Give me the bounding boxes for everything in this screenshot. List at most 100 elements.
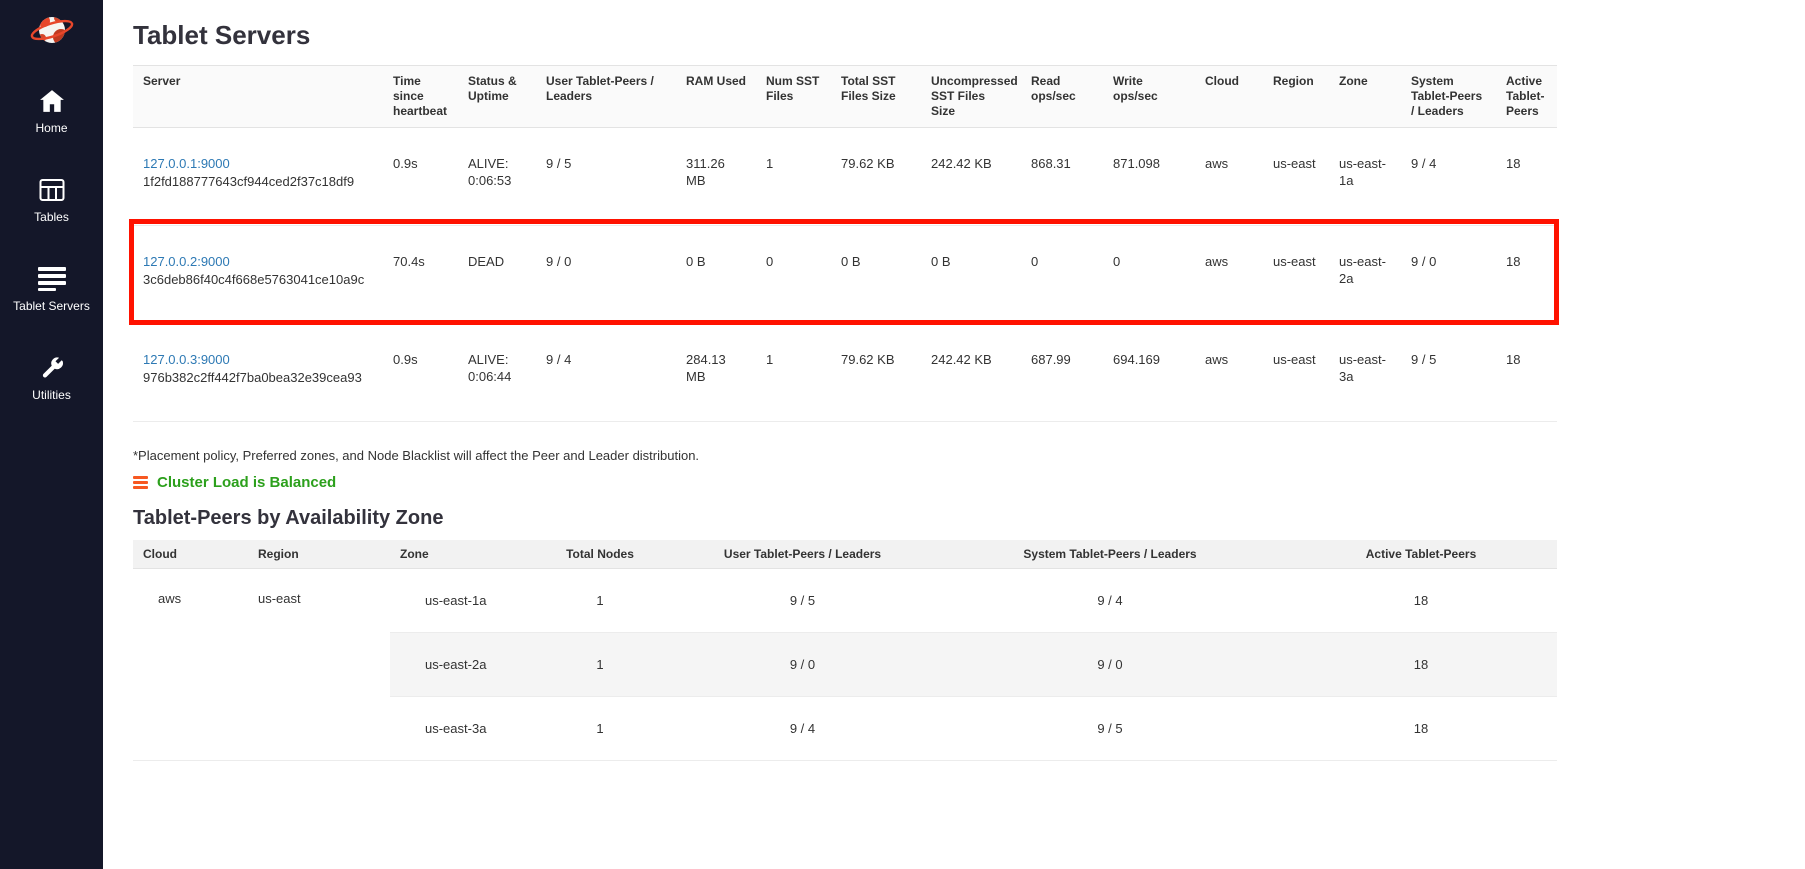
server-uuid: 3c6deb86f40c4f668e5763041ce10a9c — [143, 271, 373, 288]
user-peers-cell: 9 / 5 — [670, 569, 935, 633]
sidebar: Home Tables — [0, 0, 103, 869]
server-link[interactable]: 127.0.0.2:9000 — [143, 254, 230, 269]
server-uuid: 1f2fd188777643cf944ced2f37c18df9 — [143, 173, 373, 190]
sst-size-cell: 79.62 KB — [831, 324, 921, 422]
zone-cell: us-east-3a — [390, 697, 530, 761]
heartbeat-cell: 70.4s — [383, 226, 458, 324]
sidebar-item-label: Home — [35, 121, 67, 135]
zone-cell: us-east-3a — [1329, 324, 1401, 422]
status-cell: ALIVE: 0:06:53 — [458, 128, 536, 226]
cloud-cell: aws — [133, 569, 248, 761]
col-region: Region — [248, 540, 390, 569]
total-nodes-cell: 1 — [530, 697, 670, 761]
status-label: DEAD — [468, 253, 526, 270]
cloud-cell: aws — [1195, 226, 1263, 324]
server-cell: 127.0.0.3:9000 976b382c2ff442f7ba0bea32e… — [133, 324, 383, 422]
cluster-load-status: Cluster Load is Balanced — [133, 474, 1775, 491]
home-icon — [39, 88, 65, 114]
col-server: Server — [133, 66, 383, 128]
sidebar-item-tablet-servers[interactable]: Tablet Servers — [0, 266, 103, 313]
tablet-peers-by-zone-table: Cloud Region Zone Total Nodes User Table… — [133, 540, 1557, 761]
balance-icon — [133, 476, 148, 489]
sst-size-cell: 79.62 KB — [831, 128, 921, 226]
user-peers-cell: 9 / 0 — [536, 226, 676, 324]
uncompressed-sst-cell: 242.42 KB — [921, 324, 1021, 422]
col-user-peers: User Tablet-Peers / Leaders — [536, 66, 676, 128]
server-uuid: 976b382c2ff442f7ba0bea32e39cea93 — [143, 369, 373, 386]
active-peers-cell: 18 — [1496, 128, 1557, 226]
zone-cell: us-east-2a — [390, 633, 530, 697]
read-ops-cell: 868.31 — [1021, 128, 1103, 226]
col-active-peers: Active Tablet-Peers — [1496, 66, 1557, 128]
tablet-servers-icon — [37, 266, 67, 292]
col-user-peers: User Tablet-Peers / Leaders — [670, 540, 935, 569]
uptime-value: 0:06:44 — [468, 368, 526, 385]
col-uncompressed-sst: Uncompressed SST Files Size — [921, 66, 1021, 128]
ram-cell: 311.26 MB — [676, 128, 756, 226]
system-peers-cell: 9 / 0 — [1401, 226, 1496, 324]
tablet-servers-table: Server Time since heartbeat Status & Upt… — [133, 65, 1557, 422]
page-title: Tablet Servers — [133, 20, 1775, 51]
main-content: Tablet Servers Server Time since heartbe… — [103, 0, 1805, 781]
active-peers-cell: 18 — [1285, 633, 1557, 697]
active-peers-cell: 18 — [1285, 697, 1557, 761]
system-peers-cell: 9 / 4 — [1401, 128, 1496, 226]
uncompressed-sst-cell: 242.42 KB — [921, 128, 1021, 226]
utilities-icon — [40, 355, 64, 381]
sst-size-cell: 0 B — [831, 226, 921, 324]
write-ops-cell: 694.169 — [1103, 324, 1195, 422]
sidebar-item-label: Tables — [34, 210, 69, 224]
zone-row: aws us-east us-east-1a 1 9 / 5 9 / 4 18 — [133, 569, 1557, 633]
active-peers-cell: 18 — [1496, 226, 1557, 324]
col-heartbeat: Time since heartbeat — [383, 66, 458, 128]
user-peers-cell: 9 / 4 — [670, 697, 935, 761]
read-ops-cell: 687.99 — [1021, 324, 1103, 422]
sidebar-item-tables[interactable]: Tables — [0, 177, 103, 224]
col-system-peers: System Tablet-Peers / Leaders — [935, 540, 1285, 569]
status-label: ALIVE: — [468, 351, 526, 368]
total-nodes-cell: 1 — [530, 569, 670, 633]
col-status: Status & Uptime — [458, 66, 536, 128]
col-zone: Zone — [390, 540, 530, 569]
zone-cell: us-east-1a — [1329, 128, 1401, 226]
zones-header-row: Cloud Region Zone Total Nodes User Table… — [133, 540, 1557, 569]
num-sst-cell: 0 — [756, 226, 831, 324]
col-write-ops: Write ops/sec — [1103, 66, 1195, 128]
zones-section-title: Tablet-Peers by Availability Zone — [133, 507, 1775, 530]
active-peers-cell: 18 — [1496, 324, 1557, 422]
system-peers-cell: 9 / 0 — [935, 633, 1285, 697]
tables-icon — [39, 177, 65, 203]
col-sst-size: Total SST Files Size — [831, 66, 921, 128]
server-row: 127.0.0.2:9000 3c6deb86f40c4f668e5763041… — [133, 226, 1557, 324]
ram-cell: 0 B — [676, 226, 756, 324]
server-link[interactable]: 127.0.0.1:9000 — [143, 156, 230, 171]
server-row: 127.0.0.3:9000 976b382c2ff442f7ba0bea32e… — [133, 324, 1557, 422]
uncompressed-sst-cell: 0 B — [921, 226, 1021, 324]
server-link[interactable]: 127.0.0.3:9000 — [143, 352, 230, 367]
write-ops-cell: 0 — [1103, 226, 1195, 324]
server-row: 127.0.0.1:9000 1f2fd188777643cf944ced2f3… — [133, 128, 1557, 226]
cluster-load-label: Cluster Load is Balanced — [157, 474, 336, 491]
col-active-peers: Active Tablet-Peers — [1285, 540, 1557, 569]
write-ops-cell: 871.098 — [1103, 128, 1195, 226]
sidebar-item-home[interactable]: Home — [0, 88, 103, 135]
system-peers-cell: 9 / 4 — [935, 569, 1285, 633]
region-cell: us-east — [1263, 128, 1329, 226]
total-nodes-cell: 1 — [530, 633, 670, 697]
col-cloud: Cloud — [1195, 66, 1263, 128]
read-ops-cell: 0 — [1021, 226, 1103, 324]
user-peers-cell: 9 / 0 — [670, 633, 935, 697]
uptime-value: 0:06:53 — [468, 172, 526, 189]
col-read-ops: Read ops/sec — [1021, 66, 1103, 128]
sidebar-nav: Home Tables — [0, 88, 103, 402]
status-cell: DEAD — [458, 226, 536, 324]
num-sst-cell: 1 — [756, 324, 831, 422]
zone-cell: us-east-2a — [1329, 226, 1401, 324]
sidebar-item-utilities[interactable]: Utilities — [0, 355, 103, 402]
user-peers-cell: 9 / 5 — [536, 128, 676, 226]
placement-note: *Placement policy, Preferred zones, and … — [133, 448, 1775, 463]
zone-cell: us-east-1a — [390, 569, 530, 633]
planet-logo-icon[interactable] — [30, 8, 74, 52]
col-num-sst: Num SST Files — [756, 66, 831, 128]
servers-header-row: Server Time since heartbeat Status & Upt… — [133, 66, 1557, 128]
